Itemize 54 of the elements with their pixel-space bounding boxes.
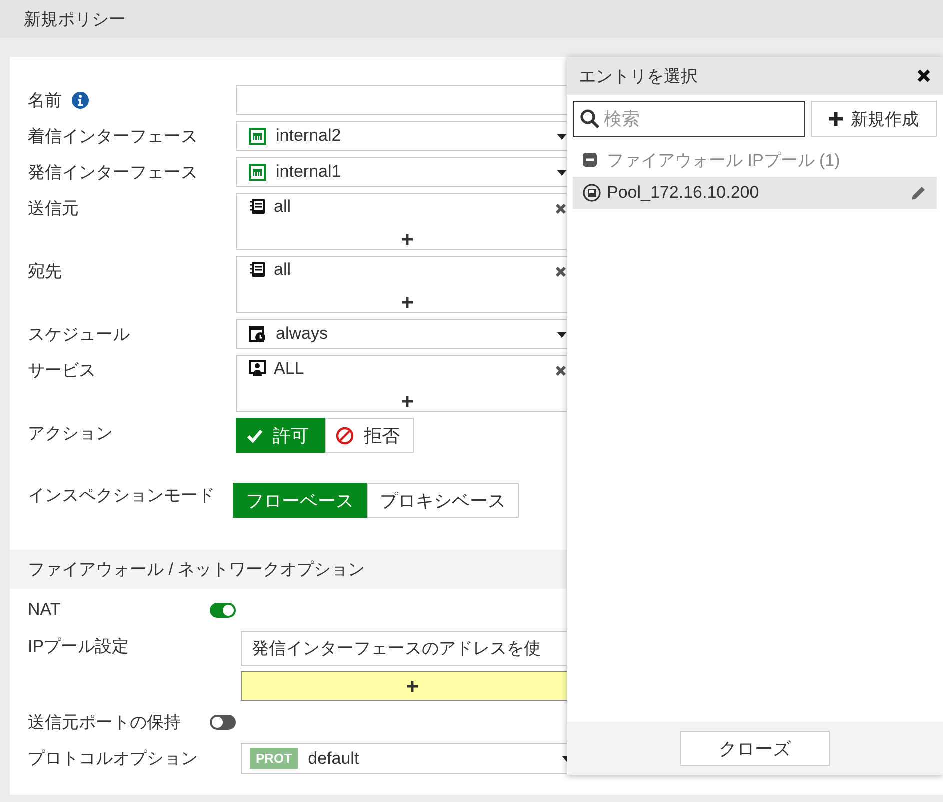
field-label: インスペクションモード [28, 484, 215, 506]
remove-icon[interactable] [555, 266, 567, 278]
panel-title: エントリを選択 [579, 66, 698, 88]
caret-icon [557, 134, 567, 140]
remove-icon[interactable] [555, 203, 567, 215]
option-button[interactable]: 許可 [236, 418, 325, 453]
close-icon[interactable] [917, 69, 931, 83]
protocol-badge: PROT [250, 748, 298, 769]
toggle-switch[interactable] [210, 714, 236, 730]
create-new-button[interactable]: 新規作成 [811, 101, 937, 137]
option-button[interactable]: フローベース [233, 483, 367, 518]
port-icon [249, 128, 266, 144]
search-icon [580, 109, 600, 129]
option-button[interactable]: プロキシベース [367, 483, 519, 518]
schedule-icon [249, 326, 266, 342]
entry-value: all [274, 196, 292, 216]
caret-icon [557, 170, 567, 176]
minus-icon [583, 153, 597, 167]
field-label: サービス [28, 360, 96, 382]
pool-icon [583, 184, 601, 202]
address-icon [249, 261, 266, 278]
add-icon[interactable] [402, 296, 412, 308]
entry-value: all [274, 260, 292, 280]
field-label: 送信元 [28, 198, 79, 220]
field-label: 名前 [28, 90, 62, 112]
remove-icon[interactable] [555, 365, 567, 377]
page-title: 新規ポリシー [24, 8, 126, 30]
field-label: 発信インターフェース [28, 162, 198, 184]
pencil-icon[interactable] [910, 185, 927, 202]
info-icon[interactable] [72, 92, 89, 108]
close-button[interactable]: クローズ [680, 731, 830, 766]
field-label: アクション [28, 422, 113, 444]
search-field[interactable]: 検索 [573, 101, 805, 137]
toggle-switch[interactable] [210, 602, 236, 618]
field-label: 宛先 [28, 260, 62, 282]
field-label: 着信インターフェース [28, 126, 198, 148]
plus-icon [829, 112, 843, 126]
entry-value: ALL [274, 358, 304, 378]
field-label: NAT [28, 600, 61, 620]
service-icon [249, 360, 266, 377]
option-button[interactable]: 拒否 [325, 418, 414, 453]
add-icon[interactable] [402, 234, 412, 244]
address-icon [249, 198, 266, 215]
plus-icon[interactable] [406, 680, 418, 692]
caret-icon [557, 332, 567, 338]
field-label: プロトコルオプション [28, 748, 198, 770]
field-label: 送信元ポートの保持 [28, 712, 181, 734]
list-item[interactable]: Pool_172.16.10.200 [573, 177, 937, 209]
prohibited-icon [336, 426, 354, 444]
port-icon [249, 164, 266, 180]
add-icon[interactable] [402, 396, 412, 406]
check-icon [247, 428, 263, 442]
field-label: スケジュール [28, 324, 130, 346]
field-label: IPプール設定 [28, 636, 130, 658]
